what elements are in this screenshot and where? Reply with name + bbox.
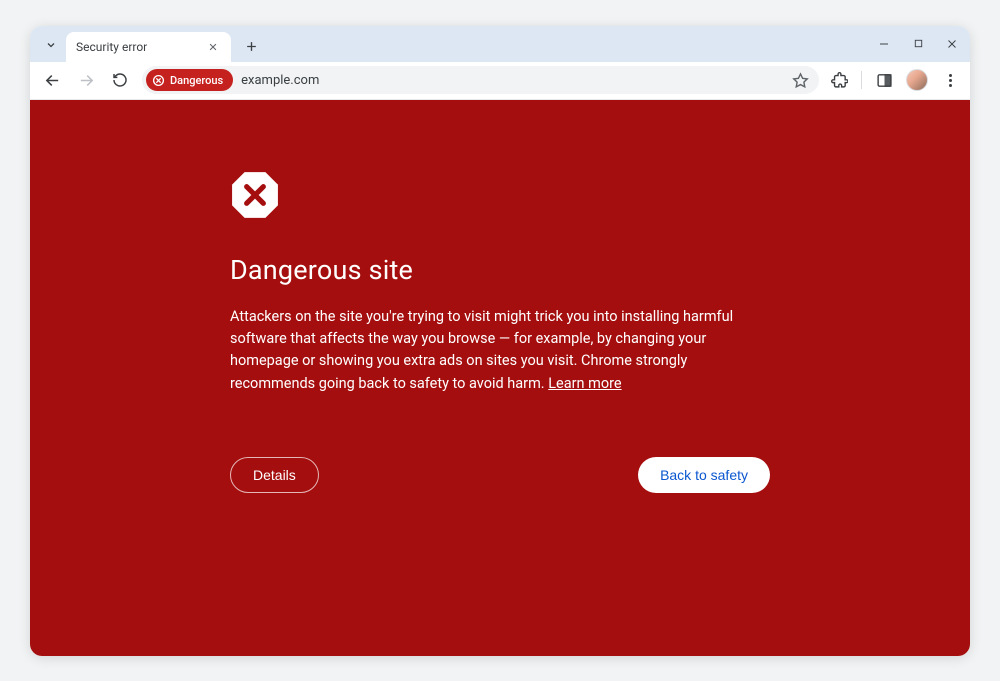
tab-close-button[interactable] xyxy=(205,39,221,55)
kebab-menu-icon xyxy=(941,74,959,87)
window-minimize-button[interactable] xyxy=(876,36,892,52)
back-to-safety-button[interactable]: Back to safety xyxy=(638,457,770,493)
learn-more-link[interactable]: Learn more xyxy=(548,375,621,392)
plus-icon xyxy=(245,40,258,53)
bookmark-button[interactable] xyxy=(792,72,809,89)
extensions-button[interactable] xyxy=(829,70,849,90)
url-text: example.com xyxy=(241,73,319,88)
window-controls xyxy=(876,26,960,62)
maximize-icon xyxy=(913,38,924,49)
interstitial-body-text: Attackers on the site you're trying to v… xyxy=(230,308,733,392)
security-chip[interactable]: Dangerous xyxy=(146,69,233,91)
window-maximize-button[interactable] xyxy=(910,36,926,52)
toolbar-divider xyxy=(861,71,862,89)
app-menu-button[interactable] xyxy=(940,70,960,90)
close-icon xyxy=(946,38,958,50)
reload-icon xyxy=(112,72,128,88)
back-button[interactable] xyxy=(40,68,64,92)
arrow-right-icon xyxy=(78,72,95,89)
profile-avatar[interactable] xyxy=(906,69,928,91)
extensions-icon xyxy=(831,72,848,89)
safe-browsing-interstitial: Dangerous site Attackers on the site you… xyxy=(30,100,970,656)
side-panel-icon xyxy=(876,72,893,89)
chevron-down-icon xyxy=(45,39,57,51)
tab-strip: Security error xyxy=(30,26,970,62)
danger-badge-icon xyxy=(152,74,165,87)
close-icon xyxy=(208,42,218,52)
new-tab-button[interactable] xyxy=(239,35,263,59)
interstitial-buttons: Details Back to safety xyxy=(230,457,770,493)
tab-search-dropdown[interactable] xyxy=(40,34,62,56)
side-panel-button[interactable] xyxy=(874,70,894,90)
forward-button[interactable] xyxy=(74,68,98,92)
security-chip-label: Dangerous xyxy=(170,74,223,87)
tab-title: Security error xyxy=(76,40,205,54)
reload-button[interactable] xyxy=(108,68,132,92)
interstitial-body: Attackers on the site you're trying to v… xyxy=(230,306,770,396)
star-icon xyxy=(792,72,809,89)
toolbar-actions xyxy=(829,69,960,91)
details-button[interactable]: Details xyxy=(230,457,319,493)
interstitial-inner: Dangerous site Attackers on the site you… xyxy=(230,170,770,656)
interstitial-heading: Dangerous site xyxy=(230,254,770,286)
browser-tab[interactable]: Security error xyxy=(66,32,231,62)
minimize-icon xyxy=(878,38,890,50)
toolbar: Dangerous example.com xyxy=(30,62,970,100)
address-bar[interactable]: Dangerous example.com xyxy=(142,66,819,94)
window-close-button[interactable] xyxy=(944,36,960,52)
warning-octagon-icon xyxy=(230,170,770,224)
browser-window: Security error xyxy=(30,26,970,656)
arrow-left-icon xyxy=(44,72,61,89)
